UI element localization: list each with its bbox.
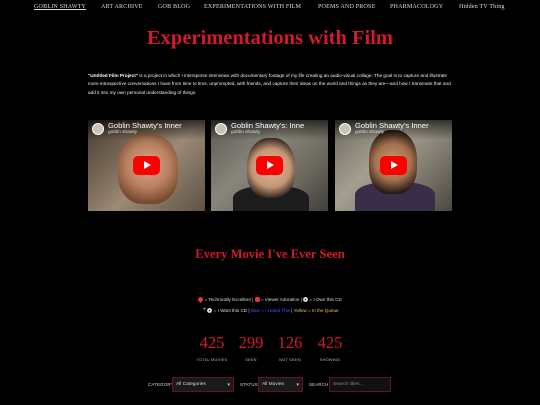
stat-value: 425	[199, 333, 225, 352]
play-icon[interactable]	[133, 156, 160, 175]
nav-item-goblin-shawty[interactable]: GOBLIN SHAWTY	[34, 4, 86, 10]
chevron-down-icon: ▾	[296, 382, 299, 388]
status-select-value: All Movies	[262, 382, 284, 387]
play-icon[interactable]	[380, 156, 407, 175]
video-embed-2[interactable]: Goblin Shawty's: Inne goblin shawty	[211, 120, 328, 211]
top-nav: GOBLIN SHAWTY ART ARCHIVE GOB BLOG EXPER…	[0, 0, 540, 14]
nav-item-gob-blog[interactable]: GOB BLOG	[158, 4, 190, 10]
nav-item-experimentations-with-film[interactable]: EXPERIMENTATIONS WITH FILM	[204, 4, 301, 10]
legend-viewer-adoration: = Viewer Adoration	[260, 297, 300, 302]
category-label: CATEGORY	[148, 382, 174, 387]
legend-separator: |	[252, 297, 254, 302]
video-channel: goblin shawty	[355, 130, 385, 135]
video-channel: goblin shawty	[108, 130, 138, 135]
movies-heading: Every Movie I've Ever Seen	[195, 247, 345, 261]
legend-own-cd: = I Own this CD	[309, 297, 342, 302]
video-title[interactable]: Goblin Shawty's Inner	[355, 121, 429, 130]
play-icon[interactable]	[256, 156, 283, 175]
stat-label: SEEN	[245, 357, 257, 362]
channel-avatar[interactable]	[92, 123, 104, 135]
legend-separator: |	[291, 308, 293, 313]
stat-total-movies: 425 TOTAL MOVIES	[192, 333, 232, 363]
legend-yellow: Yellow = In the Queue	[293, 308, 339, 313]
nav-item-poems-and-prose[interactable]: POEMS AND PROSE	[318, 4, 375, 10]
video-row: Goblin Shawty's Inner goblin shawty Gobl…	[88, 120, 452, 211]
chevron-down-icon: ▾	[227, 382, 230, 388]
search-input[interactable]: Search titles...	[329, 377, 391, 392]
nav-item-pharmacology[interactable]: PHARMACOLOGY	[390, 4, 443, 10]
disc-icon	[207, 308, 213, 314]
movie-stats: 425 TOTAL MOVIES 299 SEEN 126 NOT SEEN 4…	[192, 334, 352, 366]
legend-row-1: = Technically Excellent | = Viewer Adora…	[0, 296, 540, 304]
disc-icon	[303, 297, 309, 303]
stat-label: TOTAL MOVIES	[196, 357, 228, 362]
stat-label: NOT SEEN	[279, 357, 301, 362]
video-title[interactable]: Goblin Shawty's Inner	[108, 121, 182, 130]
movie-filters: CATEGORY All Categories ▾ STATUS All Mov…	[148, 377, 398, 393]
intro-paragraph: "Untitled Film Project" is a project in …	[88, 72, 453, 97]
pin-icon	[197, 296, 205, 304]
video-header: Goblin Shawty's: Inne goblin shawty	[211, 120, 328, 140]
video-embed-3[interactable]: Goblin Shawty's Inner goblin shawty	[335, 120, 452, 211]
nav-item-art-archive[interactable]: ART ARCHIVE	[101, 4, 143, 10]
search-label: SEARCH	[309, 382, 329, 387]
stat-label: SHOWING	[319, 357, 341, 362]
search-placeholder: Search titles...	[333, 382, 364, 387]
legend-want-cd: = I Want this CD	[213, 308, 248, 313]
channel-avatar[interactable]	[215, 123, 227, 135]
video-title[interactable]: Goblin Shawty's: Inne	[231, 121, 304, 130]
legend-separator: |	[248, 308, 250, 313]
status-label: STATUS	[240, 382, 258, 387]
stat-value: 425	[317, 333, 343, 352]
heart-icon	[254, 297, 260, 303]
legend-blue: Blue = I Hated This	[250, 308, 290, 313]
page-title: Experimentations with Film	[147, 27, 393, 49]
stat-value: 126	[277, 333, 303, 352]
legend-separator: |	[300, 297, 302, 302]
legend-technically-excellent: = Technically Excellent	[204, 297, 251, 302]
stat-value: 299	[238, 333, 264, 352]
nav-item-hidden-tv-thing[interactable]: Hidden TV Thing	[459, 4, 505, 10]
stat-seen: 299 SEEN	[231, 333, 271, 363]
stat-not-seen: 126 NOT SEEN	[270, 333, 310, 363]
intro-text: is a project in which I intersperse inte…	[88, 73, 451, 95]
legend-row-2: + = I Want this CD | Blue = I Hated This…	[0, 307, 540, 314]
video-header: Goblin Shawty's Inner goblin shawty	[88, 120, 205, 140]
stat-showing: 425 SHOWING	[310, 333, 350, 363]
category-select[interactable]: All Categories ▾	[172, 377, 234, 392]
category-select-value: All Categories	[176, 382, 206, 387]
status-select[interactable]: All Movies ▾	[258, 377, 303, 392]
intro-project-name: "Untitled Film Project"	[88, 73, 139, 78]
video-embed-1[interactable]: Goblin Shawty's Inner goblin shawty	[88, 120, 205, 211]
channel-avatar[interactable]	[339, 123, 351, 135]
video-channel: goblin shawty	[231, 130, 261, 135]
video-header: Goblin Shawty's Inner goblin shawty	[335, 120, 452, 140]
